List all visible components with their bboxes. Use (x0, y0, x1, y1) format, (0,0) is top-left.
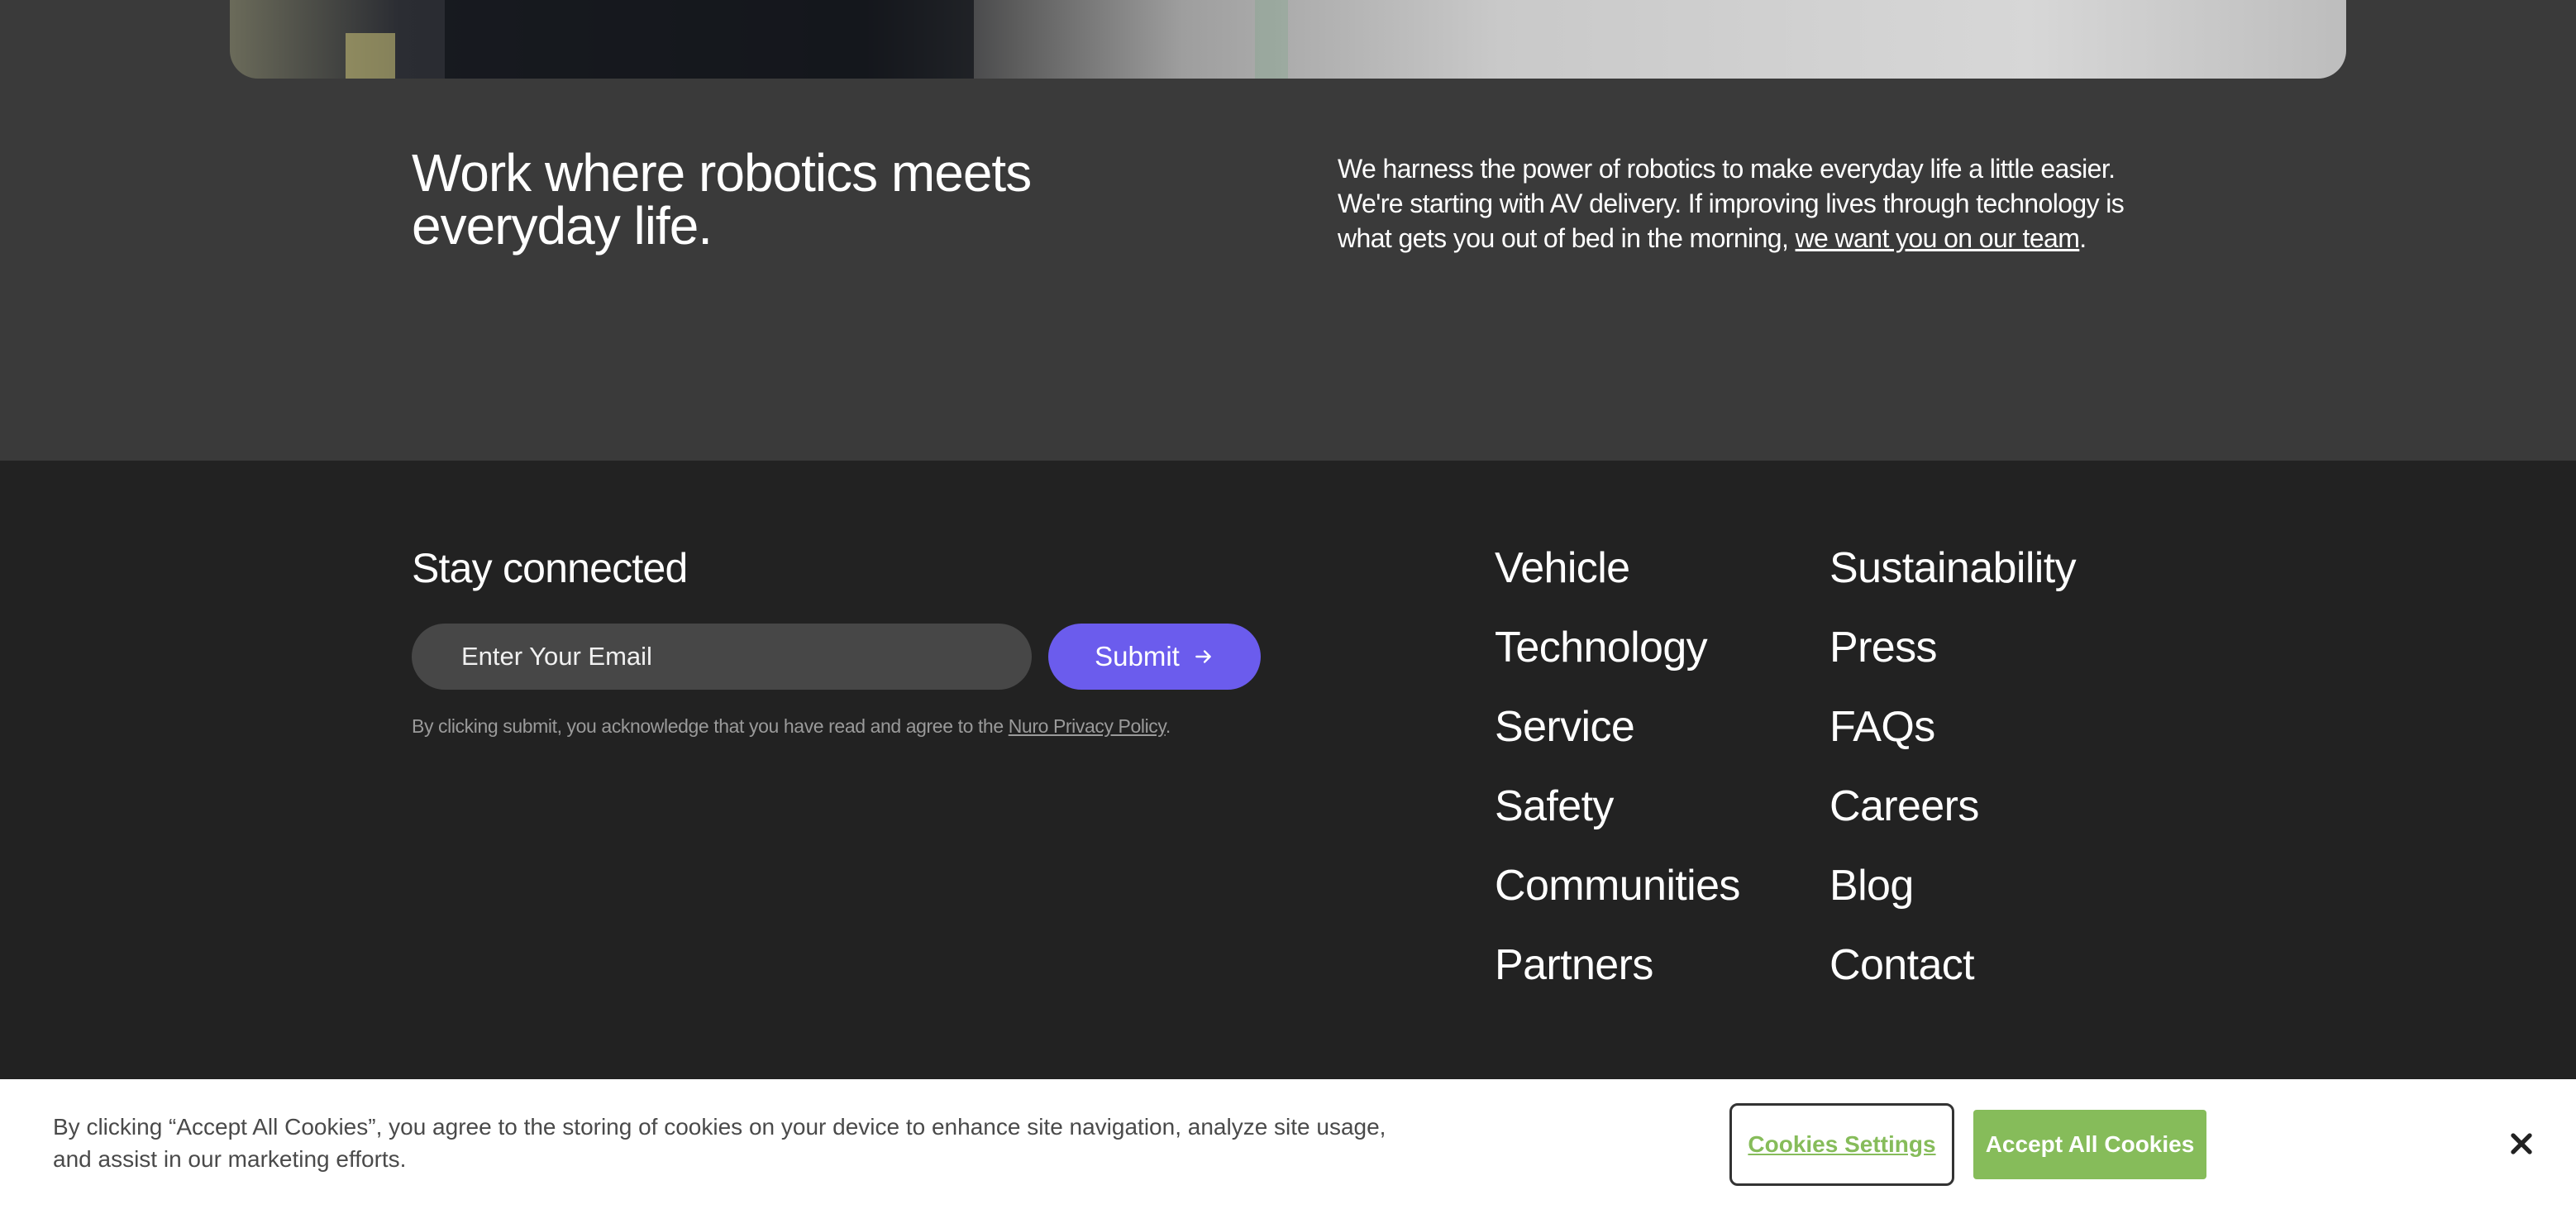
hero-image-detail (445, 0, 974, 79)
submit-label: Submit (1095, 641, 1180, 672)
join-team-link[interactable]: we want you on our team (1796, 223, 2080, 253)
footer-link-service[interactable]: Service (1495, 703, 1635, 751)
close-icon (2511, 1133, 2532, 1154)
intro-body: We harness the power of robotics to make… (1338, 151, 2164, 256)
cookie-banner: By clicking “Accept All Cookies”, you ag… (0, 1079, 2576, 1214)
hero-image-detail (346, 33, 395, 79)
footer-link-communities[interactable]: Communities (1495, 862, 1740, 910)
footer-link-blog[interactable]: Blog (1829, 862, 1914, 910)
footer-link-press[interactable]: Press (1829, 624, 1938, 672)
privacy-disclaimer: By clicking submit, you acknowledge that… (412, 715, 1171, 738)
hero-image (230, 0, 2346, 79)
cookie-consent-text: By clicking “Accept All Cookies”, you ag… (53, 1114, 1386, 1172)
intro-heading: Work where robotics meets everyday life. (412, 143, 1032, 256)
footer-nav-primary: Vehicle Technology Service Safety Commun… (1495, 543, 1740, 1020)
careers-intro-section: Work where robotics meets everyday life.… (0, 79, 2576, 461)
footer-link-vehicle[interactable]: Vehicle (1495, 544, 1630, 592)
footer-link-sustainability[interactable]: Sustainability (1829, 544, 2077, 592)
submit-button[interactable]: Submit (1048, 624, 1261, 690)
footer-link-safety[interactable]: Safety (1495, 782, 1614, 830)
footer-link-contact[interactable]: Contact (1829, 941, 1975, 989)
footer-link-faqs[interactable]: FAQs (1829, 703, 1935, 751)
footer-nav-secondary: Sustainability Press FAQs Careers Blog C… (1829, 543, 2077, 1020)
accept-all-cookies-button[interactable]: Accept All Cookies (1973, 1110, 2206, 1179)
stay-connected-title: Stay connected (412, 545, 688, 591)
intro-body-end: . (2079, 223, 2087, 253)
disclaimer-text: By clicking submit, you acknowledge that… (412, 715, 1009, 737)
footer-link-technology[interactable]: Technology (1495, 624, 1708, 672)
arrow-right-icon (1195, 650, 1211, 663)
footer-link-careers[interactable]: Careers (1829, 782, 1979, 830)
footer-link-partners[interactable]: Partners (1495, 941, 1653, 989)
privacy-policy-link[interactable]: Nuro Privacy Policy (1009, 715, 1166, 737)
close-cookie-banner-button[interactable] (2505, 1127, 2538, 1160)
cookies-settings-button[interactable]: Cookies Settings (1729, 1103, 1954, 1186)
email-input[interactable] (412, 624, 1032, 690)
hero-image-detail (1255, 0, 1288, 79)
disclaimer-end: . (1165, 715, 1171, 737)
